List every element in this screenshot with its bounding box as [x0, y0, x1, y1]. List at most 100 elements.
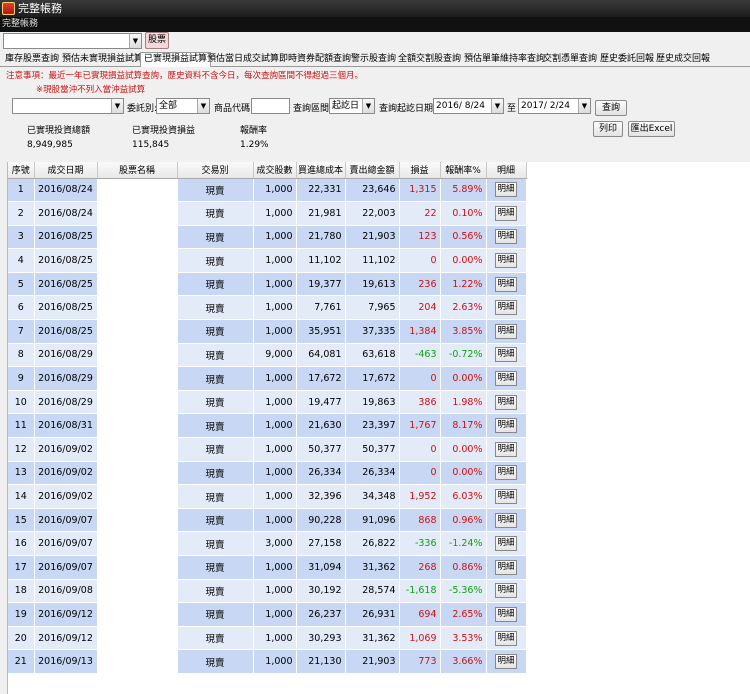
tab-delivery-slip[interactable]: 交割憑單查詢	[543, 53, 597, 66]
query-range-select[interactable]: 起訖日 ▼	[329, 98, 375, 114]
tab-order-history[interactable]: 歷史委託回報	[600, 53, 654, 66]
cell-buy-cost: 7,761	[296, 295, 346, 321]
cell-return-rate: 0.96%	[440, 508, 487, 533]
export-excel-button[interactable]: 匯出Excel	[628, 121, 675, 137]
detail-button[interactable]: 明細	[495, 559, 517, 575]
col-header-stock-name[interactable]: 股票名稱	[97, 162, 178, 179]
table-row[interactable]: 1 2016/08/24 現賣 1,000 22,331 23,646 1,315 5.89%…	[8, 178, 527, 203]
col-header-seq[interactable]: 序號	[8, 162, 35, 179]
table-row[interactable]: 16 2016/09/07 現賣 3,000 27,158 26,822 -336 -1.24…	[8, 531, 527, 556]
table-row[interactable]: 14 2016/09/02 現賣 1,000 32,396 34,348 1,952 6.03…	[8, 484, 527, 509]
tab-daily-deal[interactable]: 預估當日成交試算	[207, 53, 279, 66]
cell-trade-type: 現賣	[177, 366, 254, 391]
table-row[interactable]: 6 2016/08/25 現賣 1,000 7,761 7,965 204 2.63% 明細	[8, 295, 527, 321]
table-row[interactable]: 10 2016/08/29 現賣 1,000 19,477 19,863 386 1.98% 明…	[8, 390, 527, 415]
detail-button[interactable]: 明細	[495, 205, 517, 221]
tab-realized[interactable]: 已實現損益試算	[140, 52, 212, 67]
commission-select[interactable]: 全部 ▼	[156, 98, 210, 114]
tab-inventory[interactable]: 庫存股票查詢	[5, 53, 59, 66]
table-row[interactable]: 12 2016/09/02 現賣 1,000 50,377 50,377 0 0.00% 明細	[8, 437, 527, 462]
print-button[interactable]: 列印	[593, 121, 623, 137]
table-row[interactable]: 20 2016/09/12 現賣 1,000 30,293 31,362 1,069 3.53…	[8, 626, 527, 651]
table-row[interactable]: 2 2016/08/24 現賣 1,000 21,981 22,003 22 0.10% 明細	[8, 201, 527, 226]
cell-date: 2016/09/02	[34, 461, 98, 486]
cell-date: 2016/08/25	[34, 295, 98, 321]
table-row[interactable]: 5 2016/08/25 現賣 1,000 19,377 19,613 236 1.22% 明細	[8, 272, 527, 297]
chevron-down-icon[interactable]: ▼	[578, 99, 590, 113]
cell-buy-cost: 27,158	[296, 531, 346, 556]
table-row[interactable]: 11 2016/08/31 現賣 1,000 21,630 23,397 1,767 8.17…	[8, 413, 527, 439]
table-row[interactable]: 3 2016/08/25 現賣 1,000 21,780 21,903 123 0.56% 明細	[8, 225, 527, 250]
table-row[interactable]: 17 2016/09/07 現賣 1,000 31,094 31,362 268 0.86% 明…	[8, 555, 527, 580]
detail-button[interactable]: 明細	[495, 512, 517, 528]
detail-button[interactable]: 明細	[495, 347, 517, 363]
query-button[interactable]: 查詢	[595, 100, 627, 116]
tab-deal-history[interactable]: 歷史成交回報	[656, 53, 710, 66]
cell-seq: 14	[8, 484, 35, 509]
table-row[interactable]: 19 2016/09/12 現賣 1,000 26,237 26,931 694 2.65% 明…	[8, 602, 527, 627]
detail-button[interactable]: 明細	[495, 654, 517, 670]
detail-button[interactable]: 明細	[495, 229, 517, 245]
detail-button[interactable]: 明細	[495, 606, 517, 622]
cell-seq: 15	[8, 508, 35, 533]
detail-button[interactable]: 明細	[495, 441, 517, 457]
col-header-shares[interactable]: 成交股數	[253, 162, 297, 179]
cell-return-rate: -5.36%	[440, 579, 487, 604]
cell-buy-cost: 35,951	[296, 319, 346, 344]
col-header-buy-cost[interactable]: 買進總成本	[296, 162, 346, 179]
col-header-date[interactable]: 成交日期	[34, 162, 98, 179]
tab-margin-quota[interactable]: 即時資券配額查詢	[279, 53, 351, 66]
col-header-detail[interactable]: 明細	[486, 162, 527, 179]
cell-shares: 1,000	[253, 413, 297, 439]
detail-button[interactable]: 明細	[495, 465, 517, 481]
cell-return-rate: 5.89%	[440, 178, 487, 203]
chevron-down-icon[interactable]: ▼	[491, 99, 503, 113]
table-row[interactable]: 7 2016/08/25 現賣 1,000 35,951 37,335 1,384 3.85%…	[8, 319, 527, 344]
detail-button[interactable]: 明細	[495, 583, 517, 599]
tab-alert-stock[interactable]: 警示股查詢	[351, 53, 396, 66]
chevron-down-icon[interactable]: ▼	[362, 99, 374, 113]
detail-button[interactable]: 明細	[495, 371, 517, 387]
stock-button[interactable]: 股票	[145, 32, 169, 49]
cell-shares: 9,000	[253, 343, 297, 368]
table-row[interactable]: 4 2016/08/25 現賣 1,000 11,102 11,102 0 0.00% 明細	[8, 248, 527, 273]
table-row[interactable]: 9 2016/08/29 現賣 1,000 17,672 17,672 0 0.00% 明細	[8, 366, 527, 391]
cell-buy-cost: 21,981	[296, 201, 346, 226]
table-row[interactable]: 18 2016/09/08 現賣 1,000 30,192 28,574 -1,618 -5.…	[8, 579, 527, 604]
tab-full-delivery[interactable]: 全額交割股查詢	[398, 53, 461, 66]
col-header-return[interactable]: 報酬率%	[440, 162, 487, 179]
tab-unrealized[interactable]: 預估未實現損益試算	[62, 53, 143, 66]
chevron-down-icon[interactable]: ▼	[129, 34, 141, 48]
table-row[interactable]: 21 2016/09/13 現賣 1,000 21,130 21,903 773 3.66% 明…	[8, 649, 527, 674]
col-header-trade-type[interactable]: 交易別	[177, 162, 254, 179]
col-header-profit[interactable]: 損益	[399, 162, 441, 179]
detail-button[interactable]: 明細	[495, 489, 517, 505]
detail-button[interactable]: 明細	[495, 323, 517, 339]
cell-detail: 明細	[486, 484, 527, 509]
detail-button[interactable]: 明細	[495, 253, 517, 269]
cell-shares: 1,000	[253, 201, 297, 226]
tab-maintenance-rate[interactable]: 預估單筆維持率查詢	[464, 53, 545, 66]
detail-button[interactable]: 明細	[495, 300, 517, 316]
col-header-sell-amount[interactable]: 賣出總金額	[345, 162, 400, 179]
detail-button[interactable]: 明細	[495, 394, 517, 410]
detail-button[interactable]: 明細	[495, 182, 517, 198]
start-date-picker[interactable]: 2016/ 8/24 ▼	[433, 98, 504, 114]
detail-button[interactable]: 明細	[495, 630, 517, 646]
account-filter-select[interactable]: ▼	[12, 98, 124, 114]
cell-date: 2016/08/25	[34, 248, 98, 273]
table-row[interactable]: 15 2016/09/07 現賣 1,000 90,228 91,096 868 0.96% 明…	[8, 508, 527, 533]
chevron-down-icon[interactable]: ▼	[111, 99, 123, 113]
table-row[interactable]: 13 2016/09/02 現賣 1,000 26,334 26,334 0 0.00% 明細	[8, 461, 527, 486]
cell-shares: 1,000	[253, 579, 297, 604]
account-select[interactable]: ▼	[3, 33, 142, 49]
detail-button[interactable]: 明細	[495, 276, 517, 292]
cell-date: 2016/09/12	[34, 602, 98, 627]
end-date-picker[interactable]: 2017/ 2/24 ▼	[518, 98, 591, 114]
cell-buy-cost: 26,334	[296, 461, 346, 486]
product-code-input[interactable]	[251, 98, 290, 114]
detail-button[interactable]: 明細	[495, 418, 517, 434]
detail-button[interactable]: 明細	[495, 536, 517, 552]
table-row[interactable]: 8 2016/08/29 現賣 9,000 64,081 63,618 -463 -0.72%…	[8, 343, 527, 368]
chevron-down-icon[interactable]: ▼	[197, 99, 209, 113]
